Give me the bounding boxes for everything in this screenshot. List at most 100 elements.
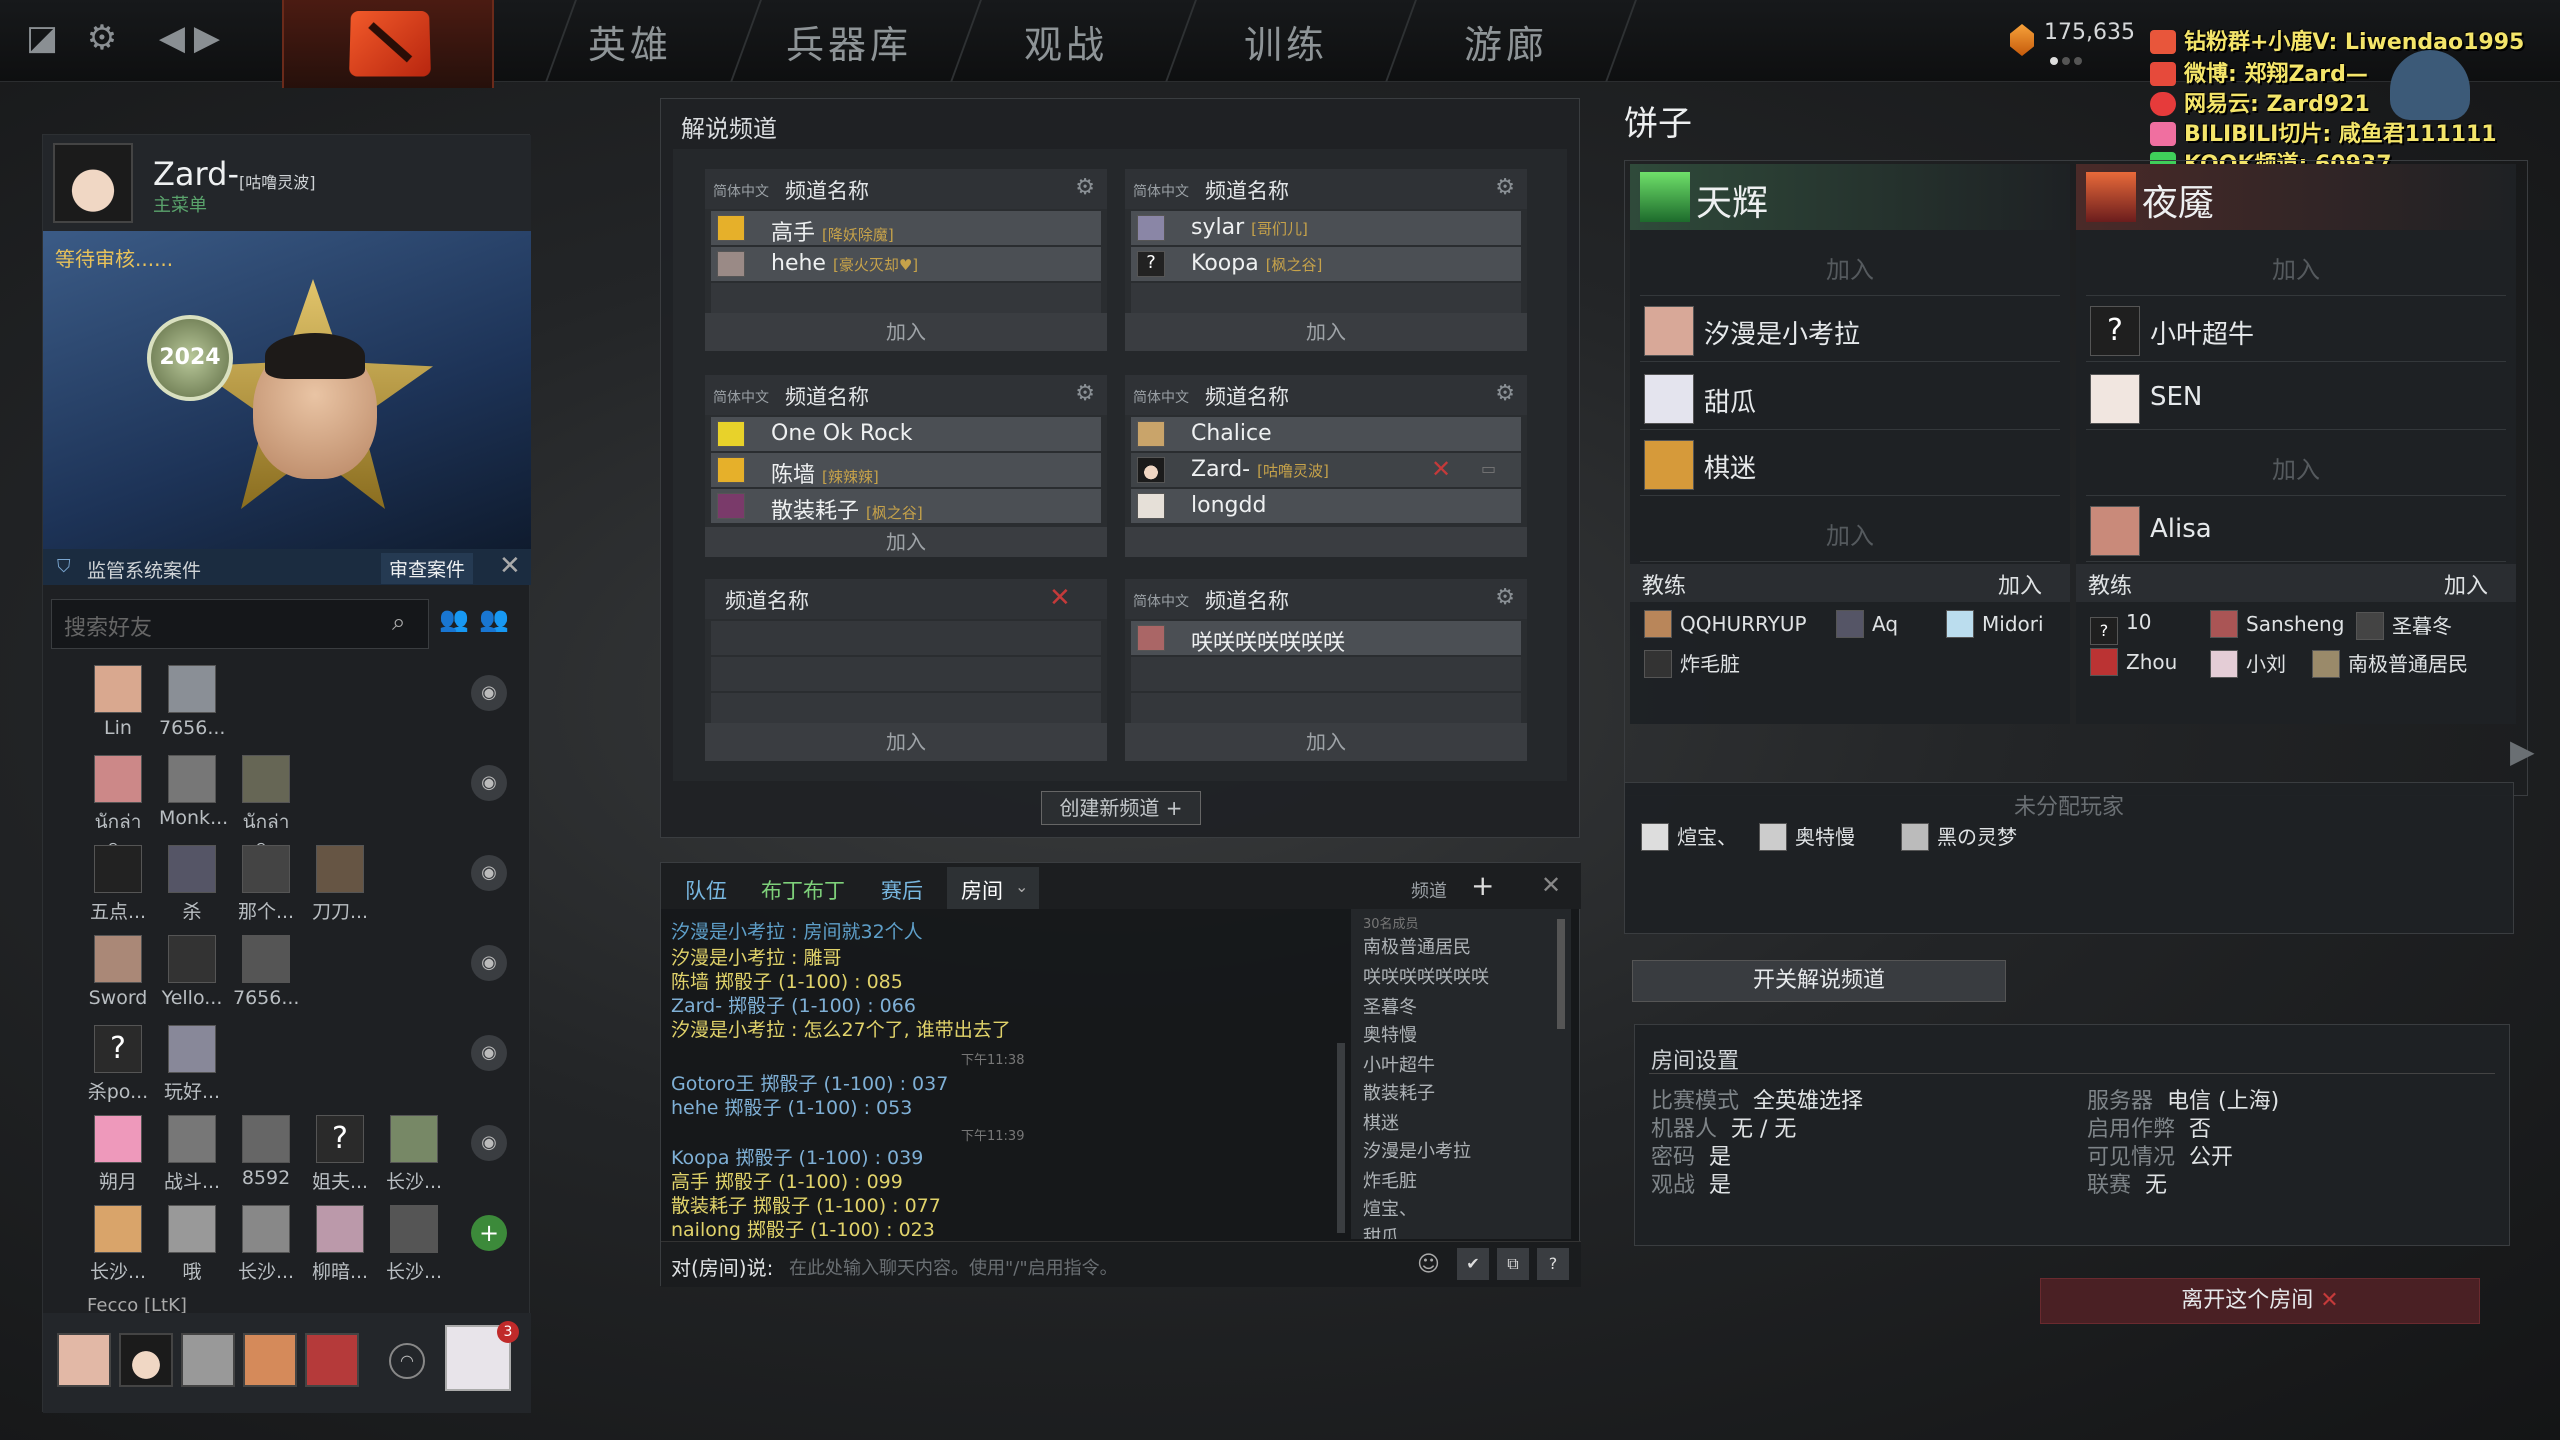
friend-item[interactable]: 长沙... [381,1115,447,1194]
create-channel-button[interactable]: 创建新频道 + [1041,791,1201,825]
help-icon[interactable]: ? [1537,1248,1569,1280]
coach-entry[interactable]: Aq [1836,610,1898,638]
send-check-icon[interactable]: ✔ [1457,1248,1489,1280]
friend-item[interactable]: 7656... [159,665,225,739]
close-icon[interactable]: ✕ [499,551,521,581]
gear-icon[interactable]: ⚙ [1075,381,1095,406]
forward-arrow-icon[interactable]: ▶ [185,16,229,60]
member-item[interactable]: 小叶超牛 [1363,1051,1435,1077]
member-item[interactable]: 棋迷 [1363,1109,1399,1135]
friend-list-icon[interactable]: 👥 [479,605,509,633]
join-channel-button[interactable]: 加入 [705,313,1107,351]
party-member-avatar[interactable] [243,1333,297,1387]
friend-item[interactable]: 杀 [159,845,225,924]
headset-icon[interactable]: ◠ [389,1343,425,1379]
add-channel-icon[interactable]: + [1471,869,1494,902]
leave-room-button[interactable]: 离开这个房间 ✕ [2040,1278,2480,1324]
radiant-slot-empty[interactable]: 加入 [1640,500,2060,562]
gear-icon[interactable]: ⚙ [1495,175,1515,200]
nav-watch[interactable]: 观战 [1024,14,1108,69]
friend-item[interactable]: Lin [85,665,151,739]
radiant-player[interactable]: 汐漫是小考拉 [1640,300,2060,362]
chat-scrollbar[interactable] [1337,1043,1345,1233]
member-item[interactable]: 煊宝、 [1363,1195,1417,1221]
friend-item[interactable]: 长沙... [381,1205,447,1284]
friend-item[interactable]: 玩好... [159,1025,225,1104]
eye-icon[interactable]: ◉ [471,855,507,891]
friend-item[interactable]: 那个... [233,845,299,924]
friend-item[interactable]: 柳暗... [307,1205,373,1284]
eye-icon[interactable]: ◉ [471,1125,507,1161]
member-item[interactable]: 奥特慢 [1363,1021,1417,1047]
coach-entry[interactable]: Zhou [2090,648,2177,676]
friend-item[interactable]: Sword [85,935,151,1009]
delete-x-icon[interactable]: ✕ [1049,583,1071,613]
eye-icon[interactable]: ◉ [471,945,507,981]
channel-member[interactable]: One Ok Rock [711,417,1101,451]
tab-team[interactable]: 队伍 [685,875,727,905]
unassigned-player[interactable]: 煊宝、 [1641,821,1737,851]
nav-armory[interactable]: 兵器库 [786,14,912,69]
nav-learn[interactable]: 训练 [1244,14,1328,69]
nav-heroes[interactable]: 英雄 [588,14,672,69]
dire-player[interactable]: ? 小叶超牛 [2086,300,2506,362]
eye-icon[interactable]: ◉ [471,1035,507,1071]
friend-item[interactable]: Yello... [159,935,225,1009]
coach-entry[interactable]: 炸毛脏 [1644,648,1740,678]
dota-logo-button[interactable] [282,0,494,88]
radiant-player[interactable]: 甜瓜 [1640,368,2060,430]
friend-item[interactable]: ? 杀po... [85,1025,151,1104]
eye-icon[interactable]: ◉ [471,765,507,801]
channel-member[interactable]: 咲咲咲咲咲咲咲 [1131,621,1521,656]
party-member-avatar[interactable] [305,1333,359,1387]
member-item[interactable]: 炸毛脏 [1363,1167,1417,1193]
coach-entry[interactable]: ? 10 [2090,610,2151,645]
member-item[interactable]: 甜瓜 [1363,1223,1399,1239]
join-channel-button[interactable] [1125,527,1527,557]
member-scrollbar[interactable] [1557,919,1565,1029]
party-member-avatar[interactable] [57,1333,111,1387]
radiant-slot-empty[interactable]: 加入 [1640,234,2060,296]
friend-item[interactable]: 刀刀... [307,845,373,924]
join-channel-button[interactable]: 加入 [705,527,1107,557]
friend-item[interactable]: 战斗... [159,1115,225,1194]
friend-item[interactable]: 长沙... [85,1205,151,1284]
join-channel-button[interactable]: 加入 [1125,723,1527,761]
gear-icon[interactable]: ⚙ [1495,585,1515,610]
dire-slot-empty[interactable]: 加入 [2086,434,2506,496]
coach-join-button[interactable]: 加入 [1998,568,2042,600]
chat-options-icon[interactable]: ⧉ [1497,1248,1529,1280]
mute-mic-icon[interactable]: ▭ [1481,459,1496,478]
kick-x-icon[interactable]: ✕ [1431,455,1451,483]
coach-entry[interactable]: Sansheng [2210,610,2344,638]
radiant-player[interactable]: 棋迷 [1640,434,2060,496]
member-item[interactable]: 咲咲咲咲咲咲咲 [1363,963,1489,989]
member-item[interactable]: 汐漫是小考拉 [1363,1137,1471,1163]
unassigned-player[interactable]: 奥特慢 [1759,821,1855,851]
friend-item[interactable]: 五点... [85,845,151,924]
review-case-button[interactable]: 审查案件 [381,553,474,584]
toggle-commentary-button[interactable]: 开关解说频道 [1632,960,2006,1002]
profile-avatar[interactable] [53,143,133,223]
friend-item[interactable]: ? 姐夫... [307,1115,373,1194]
eye-icon[interactable]: ◉ [471,675,507,711]
friend-item[interactable]: 长沙... [233,1205,299,1284]
friend-search-input[interactable]: 搜索好友 ⌕ [51,599,429,649]
profile-header[interactable]: Zard- [咕噜灵波] 主菜单 [43,135,531,231]
coach-entry[interactable]: 小刘 [2210,648,2286,678]
chevron-down-icon[interactable]: ⌄ [1015,877,1028,896]
channel-member[interactable]: 陈墙 [辣辣辣] [711,453,1101,488]
tab-postgame[interactable]: 赛后 [881,875,923,905]
dire-slot-empty[interactable]: 加入 [2086,234,2506,296]
friend-item[interactable]: 7656... [233,935,299,1009]
close-icon[interactable]: ✕ [1541,871,1561,899]
collapse-arrow-icon[interactable]: ▶ [2510,732,2535,770]
add-icon[interactable]: + [471,1215,507,1251]
member-item[interactable]: 散装耗子 [1363,1079,1435,1105]
gear-icon[interactable]: ⚙ [1495,381,1515,406]
unassigned-player[interactable]: 黑の灵梦 [1901,821,2017,851]
friend-item[interactable]: 哦 [159,1205,225,1284]
member-item[interactable]: 南极普通居民 [1363,933,1471,959]
coach-entry[interactable]: 圣暮冬 [2356,610,2452,640]
channel-member[interactable]: 高手 [降妖除魔] [711,211,1101,246]
